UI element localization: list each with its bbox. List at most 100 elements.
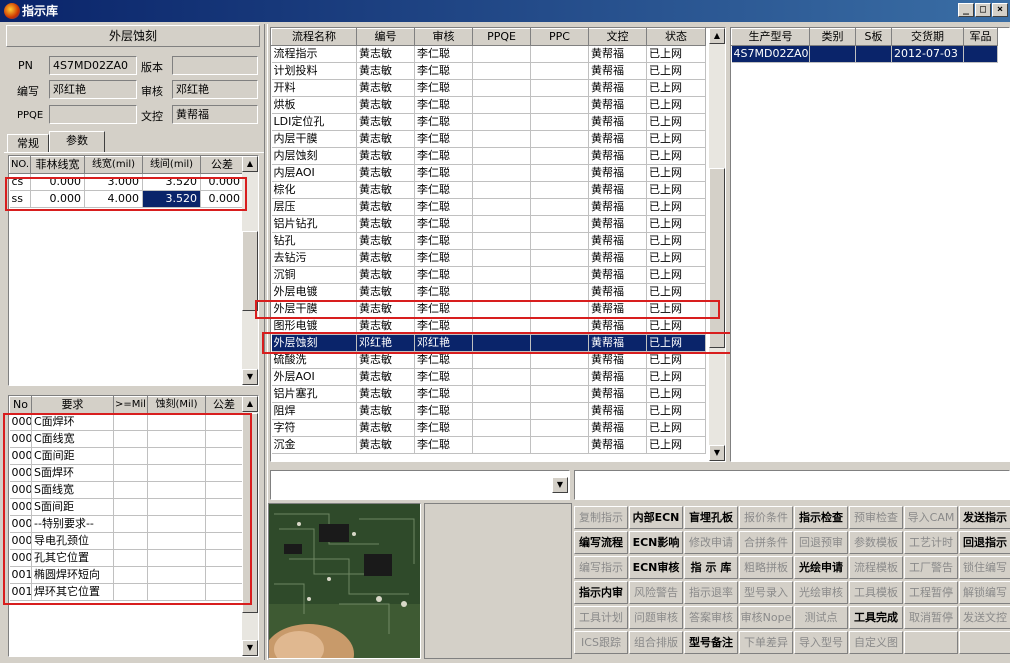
action-button[interactable]: 组合排版 bbox=[629, 631, 683, 654]
action-button[interactable]: 修改申请 bbox=[684, 531, 738, 554]
table-row[interactable]: 去钻污 黄志敏 李仁聪 黄帮福 已上网 bbox=[271, 249, 706, 267]
table-row[interactable]: 内层AOI 黄志敏 李仁聪 黄帮福 已上网 bbox=[271, 164, 706, 182]
maximize-button[interactable]: □ bbox=[975, 3, 991, 17]
action-button[interactable]: 工具完成 bbox=[849, 606, 903, 629]
action-button[interactable]: 发送文控 bbox=[959, 606, 1010, 629]
tab-params[interactable]: 参数 bbox=[49, 131, 105, 152]
col-category[interactable]: 类别 bbox=[809, 28, 856, 46]
action-button[interactable]: 锁住编写 bbox=[959, 556, 1010, 579]
action-button[interactable]: 导入CAM bbox=[904, 506, 958, 529]
col-military[interactable]: 军品 bbox=[963, 28, 998, 46]
scroll-down-icon[interactable]: ▼ bbox=[242, 640, 258, 656]
action-button[interactable]: 审核Nope bbox=[739, 606, 793, 629]
col-model[interactable]: 生产型号 bbox=[731, 28, 810, 46]
action-button[interactable]: 问题审核 bbox=[629, 606, 683, 629]
action-button[interactable]: 合拼条件 bbox=[739, 531, 793, 554]
col-line-width[interactable]: 线宽(mil) bbox=[84, 156, 143, 174]
action-button[interactable]: 编写流程 bbox=[574, 531, 628, 554]
table-row[interactable]: 外层电镀 黄志敏 李仁聪 黄帮福 已上网 bbox=[271, 283, 706, 301]
scroll-down-icon[interactable]: ▼ bbox=[709, 445, 725, 461]
action-button[interactable]: 型号备注 bbox=[684, 631, 738, 654]
table-row[interactable]: 外层AOI 黄志敏 李仁聪 黄帮福 已上网 bbox=[271, 368, 706, 386]
writer-field[interactable]: 邓红艳 bbox=[49, 80, 137, 99]
action-button[interactable]: 流程模板 bbox=[849, 556, 903, 579]
scroll-thumb[interactable] bbox=[709, 168, 725, 348]
action-button[interactable]: 自定义图 bbox=[849, 631, 903, 654]
action-button[interactable]: 报价条件 bbox=[739, 506, 793, 529]
action-button[interactable]: 指示内审 bbox=[574, 581, 628, 604]
table-row[interactable]: 棕化 黄志敏 李仁聪 黄帮福 已上网 bbox=[271, 181, 706, 199]
action-button[interactable]: 工具模板 bbox=[849, 581, 903, 604]
action-button[interactable]: ECN影响 bbox=[629, 531, 683, 554]
action-button[interactable] bbox=[904, 631, 958, 654]
doc-field[interactable]: 黄帮福 bbox=[172, 105, 258, 124]
version-field[interactable] bbox=[172, 56, 258, 75]
action-button[interactable]: 预审检查 bbox=[849, 506, 903, 529]
table-row[interactable]: 内层蚀刻 黄志敏 李仁聪 黄帮福 已上网 bbox=[271, 147, 706, 165]
action-button[interactable]: 工厂警告 bbox=[904, 556, 958, 579]
table-row[interactable]: 字符 黄志敏 李仁聪 黄帮福 已上网 bbox=[271, 419, 706, 437]
action-button[interactable]: 光绘申请 bbox=[794, 556, 848, 579]
col-review[interactable]: 审核 bbox=[414, 28, 473, 46]
table-row[interactable]: 硫酸洗 黄志敏 李仁聪 黄帮福 已上网 bbox=[271, 351, 706, 369]
action-button[interactable]: 取消暂停 bbox=[904, 606, 958, 629]
table-row[interactable]: 开料 黄志敏 李仁聪 黄帮福 已上网 bbox=[271, 79, 706, 97]
col-no[interactable]: No bbox=[9, 396, 32, 414]
col-ppqe[interactable]: PPQE bbox=[472, 28, 531, 46]
col-status[interactable]: 状态 bbox=[646, 28, 706, 46]
action-button[interactable]: 指 示 库 bbox=[684, 556, 738, 579]
scroll-thumb[interactable] bbox=[242, 231, 258, 311]
note-input[interactable] bbox=[574, 470, 1010, 500]
action-button[interactable]: 复制指示 bbox=[574, 506, 628, 529]
scroll-up-icon[interactable]: ▲ bbox=[709, 28, 725, 44]
table-row[interactable]: 钻孔 黄志敏 李仁聪 黄帮福 已上网 bbox=[271, 232, 706, 250]
action-button[interactable]: 粗略拼板 bbox=[739, 556, 793, 579]
action-button[interactable]: 编写指示 bbox=[574, 556, 628, 579]
action-button[interactable]: 光绘审核 bbox=[794, 581, 848, 604]
scroll-down-icon[interactable]: ▼ bbox=[242, 369, 258, 385]
table-row[interactable]: 流程指示 黄志敏 李仁聪 黄帮福 已上网 bbox=[271, 45, 706, 63]
scroll-up-icon[interactable]: ▲ bbox=[242, 156, 258, 172]
action-button[interactable]: ECN审核 bbox=[629, 556, 683, 579]
col-delivery[interactable]: 交货期 bbox=[891, 28, 964, 46]
table-row[interactable]: 铝片钻孔 黄志敏 李仁聪 黄帮福 已上网 bbox=[271, 215, 706, 233]
process-combo[interactable]: ▼ bbox=[270, 470, 570, 500]
col-tolerance[interactable]: 公差 bbox=[205, 396, 243, 414]
action-button[interactable]: 回退指示 bbox=[959, 531, 1010, 554]
action-button[interactable]: 工艺计时 bbox=[904, 531, 958, 554]
action-button[interactable]: 导入型号 bbox=[794, 631, 848, 654]
table-row[interactable]: 铝片塞孔 黄志敏 李仁聪 黄帮福 已上网 bbox=[271, 385, 706, 403]
col-doc-control[interactable]: 文控 bbox=[588, 28, 647, 46]
table-row[interactable]: 烘板 黄志敏 李仁聪 黄帮福 已上网 bbox=[271, 96, 706, 114]
minimize-button[interactable]: _ bbox=[958, 3, 974, 17]
action-button[interactable]: 工具计划 bbox=[574, 606, 628, 629]
table-row[interactable]: LDI定位孔 黄志敏 李仁聪 黄帮福 已上网 bbox=[271, 113, 706, 131]
chevron-down-icon[interactable]: ▼ bbox=[552, 477, 568, 493]
window-titlebar[interactable]: 指示库 _ □ × bbox=[0, 0, 1010, 22]
table-row[interactable]: 内层干膜 黄志敏 李仁聪 黄帮福 已上网 bbox=[271, 130, 706, 148]
col-line-space[interactable]: 线间(mil) bbox=[142, 156, 201, 174]
col-s-board[interactable]: S板 bbox=[855, 28, 892, 46]
process-scrollbar[interactable]: ▲ ▼ bbox=[709, 28, 725, 461]
action-button[interactable]: 盲埋孔板 bbox=[684, 506, 738, 529]
table-row[interactable]: 沉铜 黄志敏 李仁聪 黄帮福 已上网 bbox=[271, 266, 706, 284]
action-button[interactable]: 型号录入 bbox=[739, 581, 793, 604]
scroll-up-icon[interactable]: ▲ bbox=[242, 396, 258, 412]
col-etch-mil[interactable]: 蚀刻(Mil) bbox=[147, 396, 206, 414]
close-button[interactable]: × bbox=[992, 3, 1008, 17]
col-no[interactable]: NO. bbox=[9, 156, 31, 174]
table-row[interactable]: 层压 黄志敏 李仁聪 黄帮福 已上网 bbox=[271, 198, 706, 216]
col-ppc[interactable]: PPC bbox=[530, 28, 589, 46]
action-button[interactable]: 参数模板 bbox=[849, 531, 903, 554]
action-button[interactable]: 下单差异 bbox=[739, 631, 793, 654]
action-button[interactable]: 指示退率 bbox=[684, 581, 738, 604]
table-row[interactable]: 沉金 黄志敏 李仁聪 黄帮福 已上网 bbox=[271, 436, 706, 454]
action-button[interactable]: ICS跟踪 bbox=[574, 631, 628, 654]
pn-field[interactable]: 4S7MD02ZA0 bbox=[49, 56, 137, 75]
action-button[interactable]: 发送指示 bbox=[959, 506, 1010, 529]
action-button[interactable]: 测试点 bbox=[794, 606, 848, 629]
col-code[interactable]: 编号 bbox=[356, 28, 415, 46]
action-button[interactable] bbox=[959, 631, 1010, 654]
action-button[interactable]: 内部ECN bbox=[629, 506, 683, 529]
action-button[interactable]: 解锁编写 bbox=[959, 581, 1010, 604]
